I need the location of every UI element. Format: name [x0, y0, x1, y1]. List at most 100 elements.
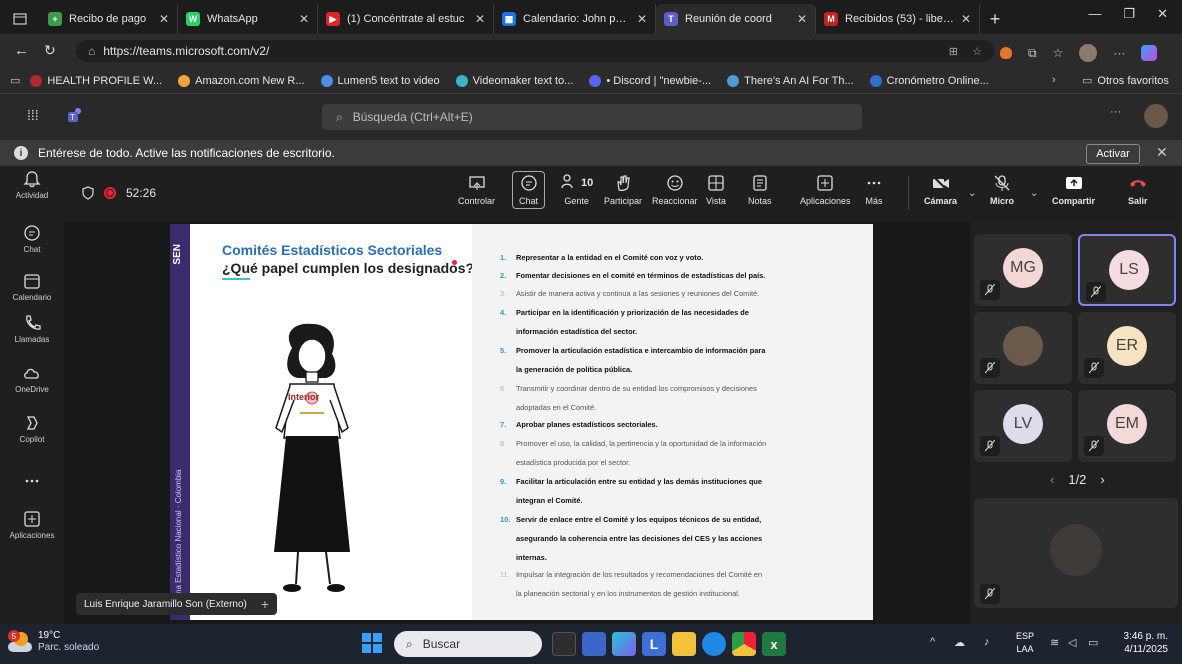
- weather-icon[interactable]: 5: [8, 630, 34, 656]
- activate-button[interactable]: Activar: [1086, 144, 1140, 164]
- app-launcher-icon[interactable]: ⁞⁞⁞: [27, 107, 39, 123]
- browser-tab-2[interactable]: W WhatsApp ✕: [178, 4, 318, 34]
- self-video-tile[interactable]: [974, 498, 1178, 608]
- participant-photo: [1003, 326, 1043, 366]
- clock[interactable]: 3:46 p. m. 4/11/2025: [1124, 630, 1168, 656]
- call-vista-button[interactable]: Vista: [706, 174, 726, 206]
- chevron-down-icon[interactable]: ⌄: [968, 188, 976, 199]
- participant-tile[interactable]: LS: [1078, 234, 1176, 306]
- star-icon[interactable]: ☆: [972, 45, 982, 58]
- call-notas-button[interactable]: Notas: [748, 174, 772, 206]
- input-language[interactable]: ESP LAA: [1016, 630, 1034, 656]
- minimize-icon[interactable]: —: [1088, 6, 1101, 22]
- cloud-tray-icon[interactable]: ☁: [954, 636, 965, 649]
- rail-item-onedrive[interactable]: OneDrive: [0, 364, 64, 394]
- start-icon[interactable]: [362, 633, 382, 653]
- restore-icon[interactable]: ❐: [1123, 6, 1135, 22]
- url-bar[interactable]: ⌂ https://teams.microsoft.com/v2/ ☆ ⊞: [76, 40, 994, 62]
- tab-close-icon[interactable]: ✕: [637, 12, 647, 26]
- prev-page-icon[interactable]: ‹: [1050, 472, 1054, 487]
- rail-item-chat[interactable]: Chat: [0, 224, 64, 254]
- bookmarks-overflow-icon[interactable]: ›: [1052, 74, 1056, 86]
- rail-item-copilot[interactable]: Copilot: [0, 414, 64, 444]
- rail-item-more[interactable]: [0, 472, 64, 493]
- bookmark-item[interactable]: There's An AI For Th...: [727, 74, 854, 87]
- other-favorites[interactable]: ▭ Otros favoritos: [1082, 74, 1169, 88]
- wifi-icon[interactable]: ≋: [1050, 636, 1059, 649]
- edge-icon[interactable]: [702, 632, 726, 656]
- chevron-down-icon[interactable]: ⌄: [1030, 188, 1038, 199]
- tab-close-icon[interactable]: ✕: [797, 12, 807, 26]
- profile-avatar[interactable]: [1079, 44, 1098, 62]
- settings-more-icon[interactable]: ···: [1110, 106, 1121, 118]
- call-reaccionar-button[interactable]: Reaccionar: [652, 174, 698, 206]
- call-más-button[interactable]: Más: [865, 174, 883, 206]
- participant-tile[interactable]: [974, 312, 1072, 384]
- browser-tab-6[interactable]: M Recibidos (53) - liberale ✕: [816, 4, 980, 34]
- tray-overflow-icon[interactable]: ^: [930, 636, 935, 648]
- new-tab-button[interactable]: +: [980, 4, 1010, 34]
- mic-tray-icon[interactable]: ♪: [984, 636, 990, 648]
- search-input[interactable]: ⌕ Búsqueda (Ctrl+Alt+E): [322, 104, 862, 130]
- weather-widget[interactable]: 19°C Parc. soleado: [38, 630, 99, 654]
- tab-close-icon[interactable]: ✕: [299, 12, 309, 26]
- extension-icon[interactable]: [1000, 47, 1012, 59]
- bookmark-item[interactable]: • Discord | "newbie-...: [589, 74, 711, 87]
- participant-tile[interactable]: MG: [974, 234, 1072, 306]
- next-page-icon[interactable]: ›: [1100, 472, 1104, 487]
- close-window-icon[interactable]: ✕: [1157, 6, 1168, 22]
- excel-icon[interactable]: x: [762, 632, 786, 656]
- close-notification-icon[interactable]: ✕: [1156, 144, 1168, 161]
- tab-actions-icon[interactable]: [0, 4, 40, 34]
- participant-tile[interactable]: EM: [1078, 390, 1176, 462]
- favorites-icon[interactable]: ☆: [1053, 46, 1064, 60]
- slide-left-panel: SEN Sistema Estadístico Nacional · Colom…: [170, 224, 474, 620]
- battery-icon[interactable]: ▭: [1088, 636, 1098, 649]
- rail-item-aplicaciones[interactable]: Aplicaciones: [0, 510, 64, 540]
- l-app-icon[interactable]: L: [642, 632, 666, 656]
- browser-tab-5[interactable]: T Reunión de coord ✕: [656, 4, 816, 34]
- bookmark-item[interactable]: Cronómetro Online...: [869, 74, 989, 87]
- call-chat-button[interactable]: Chat: [512, 171, 546, 209]
- store-icon[interactable]: [582, 632, 606, 656]
- browser-tab-1[interactable]: + Recibo de pago ✕: [40, 4, 178, 34]
- chrome-icon[interactable]: [732, 632, 756, 656]
- call-cámara-button[interactable]: Cámara: [924, 174, 957, 206]
- bookmark-item[interactable]: Videomaker text to...: [455, 74, 573, 87]
- file-explorer-icon[interactable]: [672, 632, 696, 656]
- copilot-app-icon[interactable]: [612, 632, 636, 656]
- bookmark-item[interactable]: Lumen5 text to video: [320, 74, 440, 87]
- user-avatar[interactable]: [1144, 104, 1168, 128]
- tab-close-icon[interactable]: ✕: [961, 12, 971, 26]
- sidebar-toggle-icon[interactable]: ▭: [10, 74, 20, 87]
- refresh-icon[interactable]: ↻: [44, 42, 56, 59]
- call-controlar-button[interactable]: Controlar: [458, 174, 495, 206]
- menu-more-icon[interactable]: ···: [1113, 46, 1125, 60]
- pin-add-icon[interactable]: +: [261, 596, 269, 612]
- tab-close-icon[interactable]: ✕: [475, 12, 485, 26]
- bookmark-item[interactable]: Amazon.com New R...: [178, 74, 305, 87]
- taskbar-search[interactable]: ⌕ Buscar: [394, 631, 542, 657]
- participant-tile[interactable]: LV: [974, 390, 1072, 462]
- browser-tab-3[interactable]: ▶ (1) Concéntrate al estuc ✕: [318, 4, 494, 34]
- tab-close-icon[interactable]: ✕: [159, 12, 169, 26]
- call-gente-button[interactable]: 10 Gente: [560, 174, 593, 206]
- participant-tile[interactable]: ER: [1078, 312, 1176, 384]
- call-participar-button[interactable]: Participar: [604, 174, 642, 206]
- reader-icon[interactable]: ⊞: [949, 45, 958, 58]
- bookmark-item[interactable]: HEALTH PROFILE W...: [30, 74, 162, 87]
- browser-tab-4[interactable]: ▦ Calendario: John pereir ✕: [494, 4, 656, 34]
- back-icon[interactable]: ←: [14, 42, 29, 59]
- rail-item-actividad[interactable]: Actividad: [0, 170, 64, 200]
- participant-avatar: LV: [1003, 404, 1043, 444]
- volume-icon[interactable]: ◁: [1068, 636, 1076, 649]
- call-salir-button[interactable]: Salir: [1128, 174, 1148, 206]
- rail-item-llamadas[interactable]: Llamadas: [0, 314, 64, 344]
- call-aplicaciones-button[interactable]: Aplicaciones: [800, 174, 851, 206]
- call-compartir-button[interactable]: Compartir: [1052, 174, 1095, 206]
- call-micro-button[interactable]: Micro: [990, 174, 1014, 206]
- task-view-icon[interactable]: [552, 632, 576, 656]
- rail-item-calendario[interactable]: Calendario: [0, 272, 64, 302]
- puzzle-icon[interactable]: ⧉: [1028, 46, 1037, 61]
- copilot-icon[interactable]: [1141, 45, 1158, 61]
